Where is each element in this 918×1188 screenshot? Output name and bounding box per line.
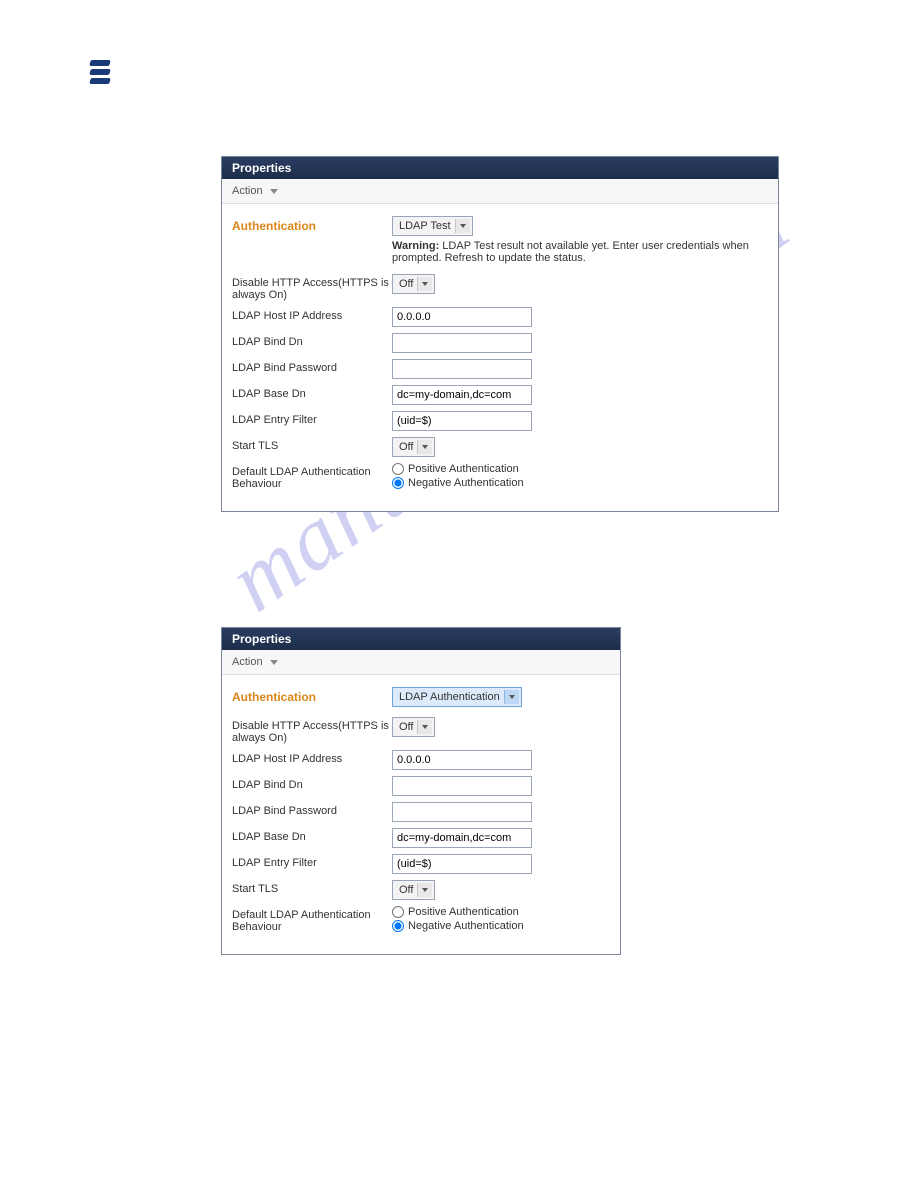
ldap-host-input[interactable] — [392, 307, 532, 327]
disable-http-label: Disable HTTP Access(HTTPS is always On) — [232, 717, 392, 744]
ldap-bind-dn-input[interactable] — [392, 776, 532, 796]
ldap-bind-pw-input[interactable] — [392, 359, 532, 379]
action-menu[interactable]: Action — [222, 650, 620, 675]
action-label: Action — [232, 185, 263, 197]
dropdown-arrow-icon — [417, 440, 432, 454]
ldap-host-label: LDAP Host IP Address — [232, 750, 392, 765]
brand-logo — [90, 60, 114, 90]
negative-auth-radio[interactable] — [392, 477, 404, 489]
ldap-host-input[interactable] — [392, 750, 532, 770]
negative-auth-label: Negative Authentication — [408, 920, 524, 932]
start-tls-value: Off — [399, 884, 413, 896]
disable-http-label: Disable HTTP Access(HTTPS is always On) — [232, 274, 392, 301]
action-label: Action — [232, 656, 263, 668]
positive-auth-label: Positive Authentication — [408, 906, 519, 918]
panel-title: Properties — [222, 628, 620, 650]
authentication-section-label: Authentication — [232, 216, 392, 233]
dropdown-arrow-icon — [455, 219, 470, 233]
ldap-host-label: LDAP Host IP Address — [232, 307, 392, 322]
disable-http-select[interactable]: Off — [392, 717, 435, 737]
negative-auth-label: Negative Authentication — [408, 477, 524, 489]
ldap-bind-dn-label: LDAP Bind Dn — [232, 776, 392, 791]
ldap-bind-dn-label: LDAP Bind Dn — [232, 333, 392, 348]
ldap-base-dn-label: LDAP Base Dn — [232, 828, 392, 843]
start-tls-label: Start TLS — [232, 880, 392, 895]
authentication-select-value: LDAP Test — [399, 220, 451, 232]
ldap-bind-pw-input[interactable] — [392, 802, 532, 822]
panel-title: Properties — [222, 157, 778, 179]
warning-text: LDAP Test result not available yet. Ente… — [392, 240, 749, 264]
properties-panel-1: Properties Action Authentication LDAP Te… — [221, 156, 779, 512]
ldap-bind-pw-label: LDAP Bind Password — [232, 359, 392, 374]
start-tls-select[interactable]: Off — [392, 880, 435, 900]
chevron-down-icon — [270, 189, 278, 194]
authentication-select-value: LDAP Authentication — [399, 691, 500, 703]
dropdown-arrow-icon — [504, 690, 519, 704]
ldap-filter-label: LDAP Entry Filter — [232, 411, 392, 426]
disable-http-value: Off — [399, 721, 413, 733]
positive-auth-label: Positive Authentication — [408, 463, 519, 475]
disable-http-value: Off — [399, 278, 413, 290]
authentication-select[interactable]: LDAP Test — [392, 216, 473, 236]
ldap-base-dn-input[interactable] — [392, 828, 532, 848]
ldap-bind-pw-label: LDAP Bind Password — [232, 802, 392, 817]
disable-http-select[interactable]: Off — [392, 274, 435, 294]
properties-panel-2: Properties Action Authentication LDAP Au… — [221, 627, 621, 955]
ldap-base-dn-label: LDAP Base Dn — [232, 385, 392, 400]
authentication-section-label: Authentication — [232, 687, 392, 704]
ldap-base-dn-input[interactable] — [392, 385, 532, 405]
ldap-filter-label: LDAP Entry Filter — [232, 854, 392, 869]
chevron-down-icon — [270, 660, 278, 665]
ldap-bind-dn-input[interactable] — [392, 333, 532, 353]
dropdown-arrow-icon — [417, 277, 432, 291]
action-menu[interactable]: Action — [222, 179, 778, 204]
negative-auth-radio[interactable] — [392, 920, 404, 932]
dropdown-arrow-icon — [417, 720, 432, 734]
dropdown-arrow-icon — [417, 883, 432, 897]
start-tls-label: Start TLS — [232, 437, 392, 452]
authentication-select[interactable]: LDAP Authentication — [392, 687, 522, 707]
positive-auth-radio[interactable] — [392, 906, 404, 918]
positive-auth-radio[interactable] — [392, 463, 404, 475]
auth-warning: Warning: LDAP Test result not available … — [392, 240, 768, 264]
start-tls-value: Off — [399, 441, 413, 453]
ldap-filter-input[interactable] — [392, 411, 532, 431]
start-tls-select[interactable]: Off — [392, 437, 435, 457]
ldap-filter-input[interactable] — [392, 854, 532, 874]
default-auth-label: Default LDAP Authentication Behaviour — [232, 463, 392, 490]
warning-prefix: Warning: — [392, 240, 439, 252]
default-auth-label: Default LDAP Authentication Behaviour — [232, 906, 392, 933]
